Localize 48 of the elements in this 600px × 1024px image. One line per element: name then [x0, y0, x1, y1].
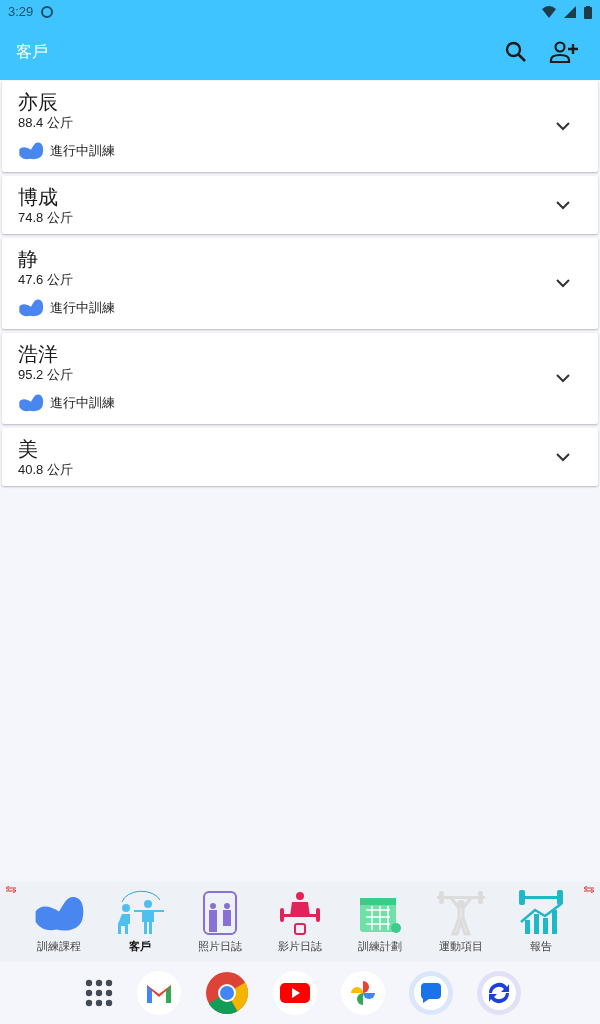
- app-bar-title: 客戶: [16, 42, 49, 62]
- client-name: 浩洋: [18, 342, 59, 367]
- add-person-icon: [549, 40, 579, 64]
- nav-tab[interactable]: 照片日誌: [182, 884, 257, 960]
- chevron-icon[interactable]: [556, 279, 570, 288]
- training-status: 進行中訓練: [50, 142, 115, 161]
- client-card[interactable]: 浩洋 95.2 公斤 進行中訓練: [2, 333, 598, 424]
- signal-icon: [564, 6, 576, 18]
- swap-arrows-icon: [6, 886, 16, 893]
- notification-icon: [41, 6, 54, 18]
- nav-tab[interactable]: 運動項目: [423, 884, 498, 960]
- browser-app-icon[interactable]: [205, 971, 249, 1015]
- client-name: 静: [18, 247, 39, 272]
- chart-dumbbell-icon: [516, 887, 565, 936]
- chevron-icon[interactable]: [556, 374, 570, 383]
- nav-tab[interactable]: 訓練課程: [22, 884, 97, 960]
- sync-app-icon[interactable]: [477, 971, 521, 1015]
- mail-app-icon[interactable]: [137, 971, 181, 1015]
- nav-tab[interactable]: 報告: [503, 884, 578, 960]
- pinwheel-app-icon[interactable]: [341, 971, 385, 1015]
- training-status: 進行中訓練: [50, 394, 115, 413]
- client-weight: 47.6 公斤: [18, 272, 74, 288]
- nav-tab[interactable]: 影片日誌: [263, 884, 337, 960]
- client-name: 博成: [18, 185, 59, 210]
- client-card[interactable]: 美 40.8 公斤: [2, 428, 598, 486]
- training-status: 進行中訓練: [50, 299, 115, 318]
- search-icon: [504, 40, 528, 64]
- client-card[interactable]: 博成 74.8 公斤: [2, 176, 598, 234]
- nav-tab[interactable]: 訓練計劃: [343, 884, 418, 960]
- client-weight: 95.2 公斤: [18, 367, 74, 383]
- client-weight: 40.8 公斤: [18, 462, 74, 478]
- chevron-icon[interactable]: [556, 122, 570, 131]
- client-card[interactable]: 静 47.6 公斤 進行中訓練: [2, 238, 598, 329]
- chevron-icon[interactable]: [556, 200, 570, 210]
- client-card[interactable]: 亦辰 88.4 公斤 進行中訓練: [2, 81, 598, 172]
- chat-app-icon[interactable]: [409, 971, 453, 1015]
- nav-tab[interactable]: 客戶: [102, 884, 177, 960]
- status-time: 3:29: [8, 3, 34, 22]
- battery-icon: [584, 5, 592, 19]
- client-name: 亦辰: [18, 90, 59, 115]
- client-weight: 74.8 公斤: [18, 210, 74, 226]
- client-weight: 88.4 公斤: [18, 115, 74, 131]
- chevron-icon[interactable]: [556, 452, 570, 462]
- video-app-icon[interactable]: [273, 971, 317, 1015]
- app-grid-icon[interactable]: [85, 979, 113, 1007]
- swap-arrows-icon: [584, 886, 594, 893]
- client-name: 美: [18, 437, 39, 462]
- wifi-icon: [542, 6, 556, 18]
